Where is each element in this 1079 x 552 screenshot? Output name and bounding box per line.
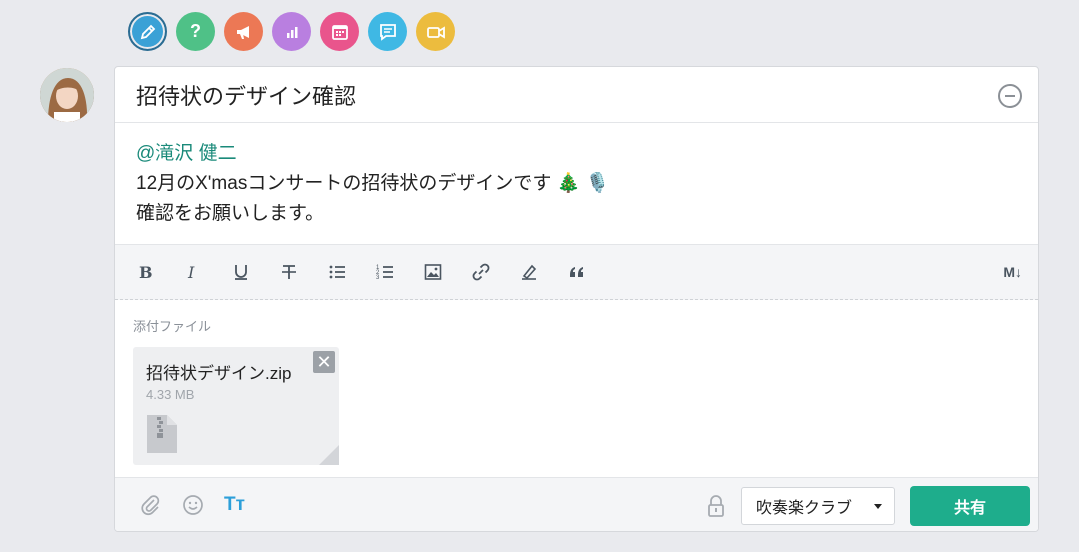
underline-icon [235,265,247,280]
announce-type-button[interactable] [224,12,263,51]
attach-file-button[interactable] [140,494,182,516]
link-icon [472,263,490,281]
markdown-toggle[interactable]: M↓ [1003,264,1022,280]
insert-image-button[interactable] [424,256,472,288]
pencil-icon [140,24,155,39]
highlight-button[interactable] [520,256,568,288]
strikethrough-button[interactable] [280,256,328,288]
svg-text:3: 3 [376,275,380,281]
post-body-editor[interactable]: @滝沢 健二 12月のX'masコンサートの招待状のデザインです 🎄 🎙️ 確認… [115,123,1038,244]
video-camera-icon [426,25,445,39]
chat-type-button[interactable] [368,12,407,51]
body-line-1: 12月のX'masコンサートの招待状のデザインです 🎄 🎙️ [136,173,610,194]
svg-text:B: B [139,263,153,281]
insert-link-button[interactable] [472,256,520,288]
format-toolbar: B I 123 M↓ [115,244,1038,300]
mention-link[interactable]: @滝沢 健二 [136,139,1017,169]
body-line-2: 確認をお願いします。 [136,203,325,224]
resize-corner [319,445,339,465]
calendar-icon [331,24,348,40]
paperclip-icon [141,494,160,515]
post-type-bar: ? [128,12,455,51]
bullet-list-icon [329,265,345,279]
attachment-label: 添付ファイル [133,319,212,334]
megaphone-icon [236,25,249,39]
smiley-icon [183,494,203,515]
group-select[interactable]: 吹奏楽クラブ [741,487,895,525]
bold-icon: B [139,263,153,281]
lock-icon [708,495,724,517]
svg-text:I: I [187,263,195,281]
poll-type-button[interactable] [272,12,311,51]
image-icon [424,264,442,280]
bar-chart-icon [286,26,297,38]
text-format-icon[interactable]: Tт [224,494,266,516]
avatar-portrait-icon [40,68,94,122]
group-select-value: 吹奏楽クラブ [756,500,853,517]
collapse-icon[interactable] [998,84,1022,108]
share-button[interactable]: 共有 [910,486,1030,526]
strikethrough-icon [282,265,296,279]
numbered-list-button[interactable]: 123 [376,256,424,288]
file-name: 招待状デザイン.zip [146,364,292,383]
event-type-button[interactable] [320,12,359,51]
attachment-file-card[interactable]: 招待状デザイン.zip 4.33 MB ✕ [133,347,339,465]
quote-icon [570,267,583,277]
italic-icon: I [187,263,195,281]
underline-button[interactable] [232,256,280,288]
numbered-list-icon: 123 [376,265,393,281]
composer-footer: Tт 吹奏楽クラブ 共有 [115,477,1038,531]
bold-button[interactable]: B [136,256,184,288]
edit-type-button[interactable] [128,12,167,51]
question-type-button[interactable]: ? [176,12,215,51]
post-title-input[interactable]: 招待状のデザイン確認 [136,79,356,111]
chat-bubble-icon [379,23,396,41]
video-type-button[interactable] [416,12,455,51]
user-avatar [40,68,94,122]
post-composer: 招待状のデザイン確認 @滝沢 健二 12月のX'masコンサートの招待状のデザイ… [114,66,1039,532]
highlighter-icon [522,264,537,280]
title-row: 招待状のデザイン確認 [115,67,1038,123]
attachment-area: 添付ファイル 招待状デザイン.zip 4.33 MB ✕ [115,300,1038,477]
bullet-list-button[interactable] [328,256,376,288]
italic-button[interactable]: I [184,256,232,288]
zip-file-icon [147,415,177,453]
chevron-down-icon [874,504,882,509]
remove-file-icon[interactable]: ✕ [313,351,335,373]
emoji-button[interactable] [182,494,224,516]
file-size: 4.33 MB [146,387,195,402]
question-icon: ? [190,21,201,41]
quote-button[interactable] [568,256,616,288]
